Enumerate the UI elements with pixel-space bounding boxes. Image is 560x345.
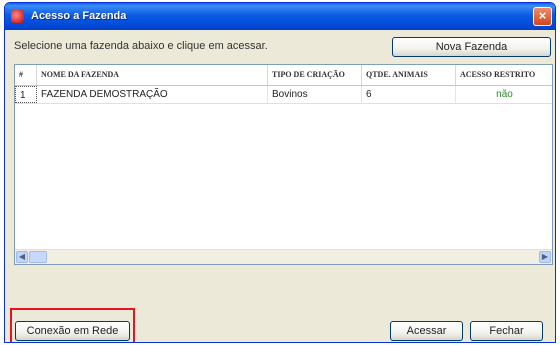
farm-table: # NOME DA FAZENDA TIPO DE CRIAÇÃO QTDE. …: [14, 64, 553, 265]
highlight-annotation: [10, 308, 135, 342]
window-title: Acesso a Fazenda: [31, 10, 127, 22]
close-window-button[interactable]: ×: [533, 7, 552, 26]
cell-animal-count[interactable]: 6: [362, 86, 456, 103]
instruction-text: Selecione uma fazenda abaixo e clique em…: [14, 40, 268, 52]
new-farm-button[interactable]: Nova Fazenda: [392, 37, 551, 57]
header-farm-name[interactable]: NOME DA FAZENDA: [37, 65, 268, 85]
header-restricted-access[interactable]: ACESSO RESTRITO: [456, 65, 552, 85]
close-button[interactable]: Fechar: [470, 321, 543, 341]
table-row[interactable]: 1 FAZENDA DEMOSTRAÇÃO Bovinos 6 não: [15, 86, 552, 104]
scroll-thumb[interactable]: [29, 251, 47, 263]
header-index[interactable]: #: [15, 65, 37, 85]
farm-access-window: Acesso a Fazenda × Selecione uma fazenda…: [4, 2, 556, 343]
close-icon: ×: [538, 8, 547, 23]
app-icon: [11, 10, 24, 23]
cell-index[interactable]: 1: [15, 86, 37, 103]
access-button[interactable]: Acessar: [390, 321, 463, 341]
header-animal-count[interactable]: QTDE. ANIMAIS: [362, 65, 456, 85]
arrow-left-icon[interactable]: ◀: [16, 251, 28, 263]
table-header: # NOME DA FAZENDA TIPO DE CRIAÇÃO QTDE. …: [15, 65, 552, 86]
arrow-right-icon[interactable]: ▶: [539, 251, 551, 263]
cell-farm-name[interactable]: FAZENDA DEMOSTRAÇÃO: [37, 86, 268, 103]
cell-restricted-access[interactable]: não: [456, 86, 552, 103]
cell-breeding-type[interactable]: Bovinos: [268, 86, 362, 103]
header-breeding-type[interactable]: TIPO DE CRIAÇÃO: [268, 65, 362, 85]
title-bar[interactable]: Acesso a Fazenda ×: [5, 3, 555, 30]
horizontal-scrollbar[interactable]: ◀ ▶: [15, 249, 552, 264]
